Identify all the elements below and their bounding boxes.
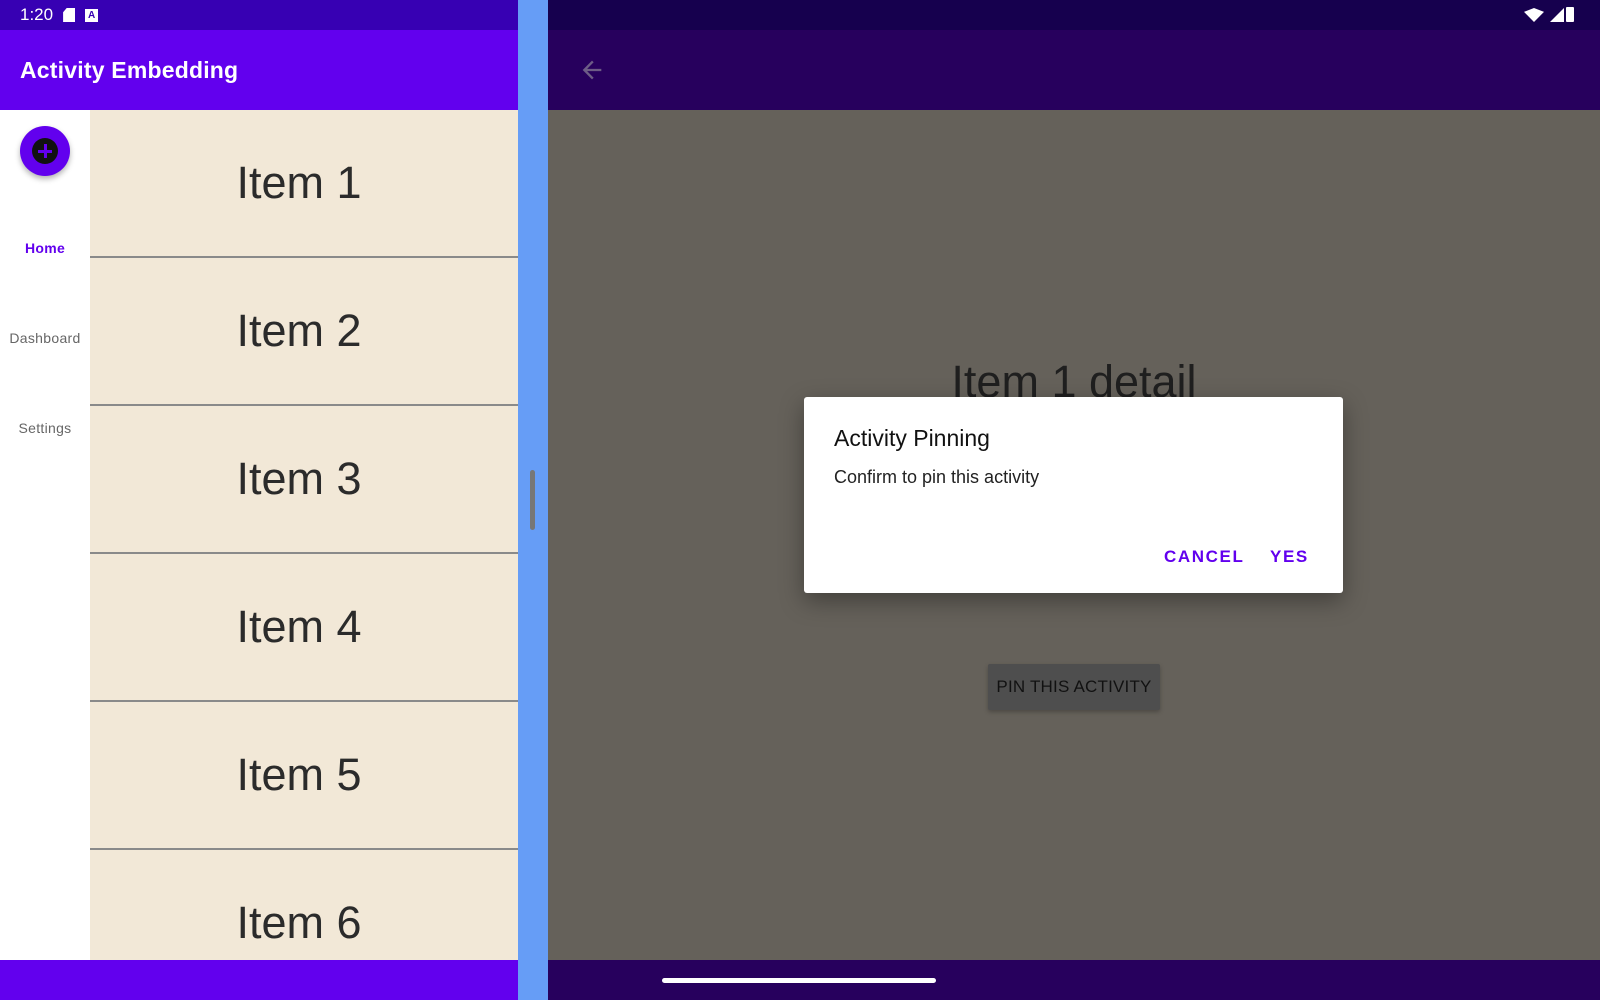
- list-item-6[interactable]: Item 6: [90, 850, 518, 960]
- list-item-label: Item 2: [236, 305, 362, 356]
- nav-rail: Home Dashboard Settings: [0, 110, 90, 960]
- list-pane: 1:20 A Activity Embedding Home Dashboard…: [0, 0, 518, 1000]
- split-divider: [518, 0, 548, 1000]
- pin-activity-button[interactable]: PIN THIS ACTIVITY: [988, 664, 1160, 710]
- list-item-label: Item 3: [236, 453, 362, 504]
- nav-bar-right: [548, 960, 1600, 1000]
- list-item-5[interactable]: Item 5: [90, 702, 518, 850]
- divider-drag-handle[interactable]: [530, 470, 535, 530]
- list-item-label: Item 1: [236, 157, 362, 208]
- sd-card-icon: [63, 8, 76, 22]
- dialog-message: Confirm to pin this activity: [834, 467, 1040, 487]
- wifi-icon: [1524, 8, 1544, 22]
- pin-confirm-dialog: Activity Pinning Confirm to pin this act…: [804, 397, 1343, 593]
- a-icon: A: [85, 8, 99, 22]
- detail-app-bar: [548, 30, 1600, 110]
- nav-item-settings[interactable]: Settings: [0, 420, 90, 436]
- list-item-label: Item 5: [236, 749, 362, 800]
- list-item-label: Item 6: [236, 897, 362, 948]
- list-item-4[interactable]: Item 4: [90, 554, 518, 702]
- app-bar: Activity Embedding: [0, 30, 518, 110]
- nav-bar-left: [0, 960, 518, 1000]
- status-time: 1:20: [20, 5, 54, 24]
- battery-icon: [1566, 7, 1574, 22]
- nav-item-home[interactable]: Home: [0, 240, 90, 256]
- list-item-3[interactable]: Item 3: [90, 406, 518, 554]
- add-circle-icon: [32, 138, 58, 164]
- status-bar-left: 1:20 A: [0, 0, 518, 30]
- dialog-title: Activity Pinning: [834, 425, 990, 451]
- list-item-label: Item 4: [236, 601, 362, 652]
- yes-button[interactable]: YES: [1270, 547, 1309, 567]
- status-bar-right: [548, 0, 1600, 30]
- signal-icon: [1550, 8, 1564, 22]
- home-indicator[interactable]: [662, 978, 936, 983]
- nav-item-dashboard[interactable]: Dashboard: [0, 330, 90, 346]
- app-title: Activity Embedding: [20, 56, 239, 83]
- add-fab-button[interactable]: [20, 126, 70, 176]
- cancel-button[interactable]: CANCEL: [1164, 547, 1244, 567]
- item-list: Item 1 Item 2 Item 3 Item 4 Item 5 Item …: [90, 110, 518, 960]
- list-item-1[interactable]: Item 1: [90, 110, 518, 258]
- arrow-back-icon[interactable]: [578, 56, 606, 84]
- list-item-2[interactable]: Item 2: [90, 258, 518, 406]
